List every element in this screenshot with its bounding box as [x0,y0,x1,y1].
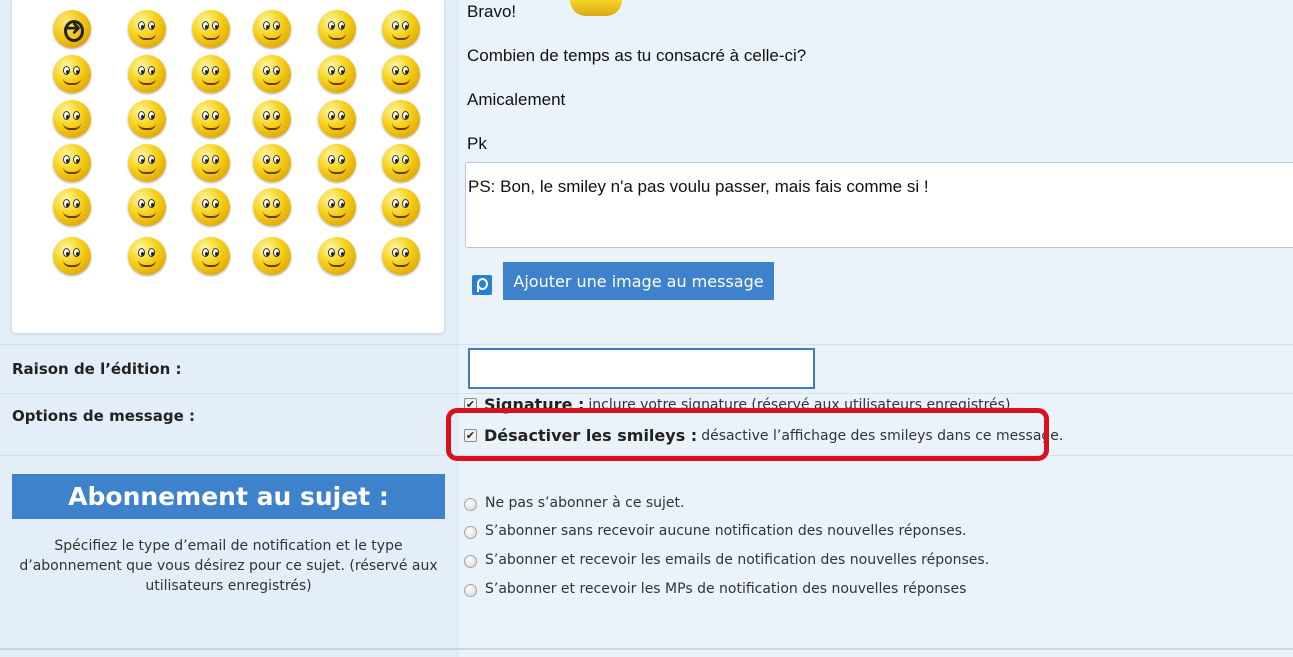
angry-smiley-icon[interactable] [318,55,356,93]
edit-reason-input[interactable] [468,348,815,389]
radio-button[interactable] [464,498,477,511]
ps-text-box[interactable]: PS: Bon, le smiley n'a pas voulu passer,… [465,162,1293,248]
reading-smiley-icon[interactable] [128,100,166,138]
glasses-smiley-icon[interactable] [382,55,420,93]
camera-smiley-icon[interactable] [318,237,356,275]
radio-label: S’abonner et recevoir les emails de noti… [485,552,990,568]
cool-smiley-icon[interactable] [382,144,420,182]
thinking-smiley-icon[interactable] [128,10,166,48]
smirk-smiley-icon[interactable] [53,237,91,275]
crying-smiley-icon[interactable] [253,55,291,93]
message-line: Pk [467,134,487,153]
radio-label: Ne pas s’abonner à ce sujet. [485,495,685,511]
radio-button[interactable] [464,584,477,597]
subscription-header: Abonnement au sujet : [12,474,445,519]
hiding-smiley-icon[interactable] [318,10,356,48]
computer-smiley-icon[interactable] [192,188,230,226]
subscription-option-pm[interactable]: S’abonner et recevoir les MPs de notific… [464,581,966,597]
laugh-smiley-icon[interactable] [382,100,420,138]
add-image-button[interactable]: Ajouter une image au message [503,262,774,300]
radio-button[interactable] [464,555,477,568]
smile-smiley-icon[interactable] [382,188,420,226]
subscription-option-silent[interactable]: S’abonner sans recevoir aucune notificat… [464,523,967,539]
yay-smiley-icon[interactable] [192,237,230,275]
bottom-border [0,648,1293,650]
message-line: Combien de temps as tu consacré à celle-… [467,46,807,65]
eyes-smiley-icon[interactable] [253,237,291,275]
thumbs-up-smiley-icon[interactable] [318,100,356,138]
servimg-icon[interactable] [472,275,492,295]
message-line: Bravo! [467,2,517,21]
sleep-smiley-icon[interactable] [192,55,230,93]
wave-smiley-icon[interactable] [253,100,291,138]
love-smiley-icon[interactable] [253,144,291,182]
writing-smiley-icon[interactable] [128,144,166,182]
artist-smiley-icon[interactable] [53,188,91,226]
message-options-label: Options de message : [12,407,195,425]
divider [0,344,1293,345]
dance-smiley-icon[interactable] [318,188,356,226]
arrow-smiley-icon[interactable]: ➜ [53,10,91,48]
hiding2-smiley-icon[interactable] [253,188,291,226]
message-line: Amicalement [467,90,566,109]
weights-smiley-icon[interactable] [128,188,166,226]
divider [0,393,1293,394]
graduate-smiley-icon[interactable] [128,55,166,93]
subscription-description: Spécifiez le type d’email de notificatio… [19,538,438,594]
hand-smiley-icon [570,0,622,16]
flower-smiley-icon[interactable] [192,144,230,182]
highlight-annotation [446,408,1049,461]
sign-smiley-icon[interactable] [318,144,356,182]
subscription-option-email[interactable]: S’abonner et recevoir les emails de noti… [464,552,989,568]
wink-smiley-icon[interactable] [253,10,291,48]
edit-reason-label: Raison de l’édition : [12,360,182,378]
surprised-smiley-icon[interactable] [192,10,230,48]
pointing-smiley-icon[interactable] [382,237,420,275]
smiley-panel: ➜ [12,0,444,333]
grin-smiley-icon[interactable] [382,10,420,48]
cheer-smiley-icon[interactable] [53,55,91,93]
radio-label: S’abonner et recevoir les MPs de notific… [485,581,967,597]
subscription-option-none[interactable]: Ne pas s’abonner à ce sujet. [464,495,685,511]
frown-smiley-icon[interactable] [53,100,91,138]
ps-text: PS: Bon, le smiley n'a pas voulu passer,… [468,177,929,196]
tongue-smiley-icon[interactable] [53,144,91,182]
radio-button[interactable] [464,526,477,539]
worried-smiley-icon[interactable] [192,100,230,138]
radio-label: S’abonner sans recevoir aucune notificat… [485,523,967,539]
sneeze-smiley-icon[interactable] [128,237,166,275]
